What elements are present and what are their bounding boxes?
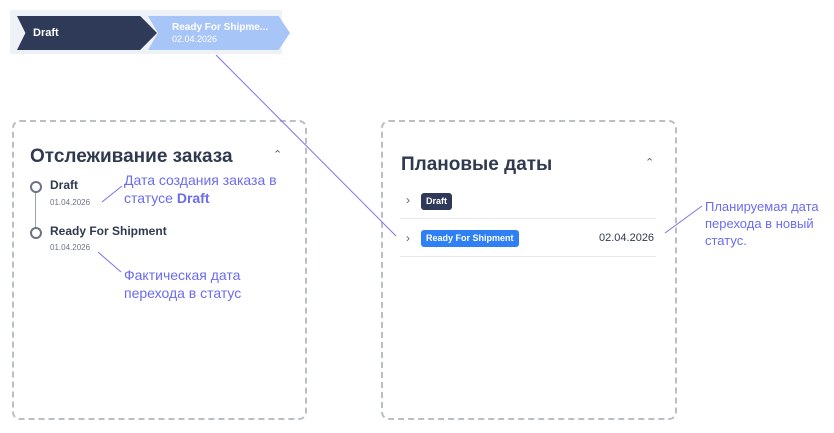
connector-line — [215, 54, 397, 237]
connector-line — [101, 185, 123, 203]
connector-line — [664, 205, 703, 234]
annotation-connectors — [97, 54, 703, 273]
connector-line — [97, 251, 122, 273]
